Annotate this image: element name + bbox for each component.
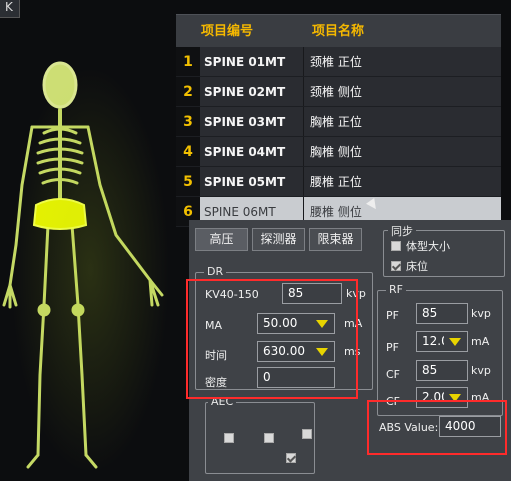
pf-ma-label: PF <box>386 341 399 354</box>
aec-field-right[interactable] <box>302 429 312 439</box>
row-number: 4 <box>176 137 200 166</box>
row-name: 颈椎 正位 <box>304 47 501 76</box>
row-code: SPINE 01MT <box>200 47 304 76</box>
dr-title: DR <box>204 265 227 278</box>
table-row[interactable]: 3 SPINE 03MT 胸椎 正位 <box>176 107 501 137</box>
aec-field-bottom[interactable] <box>286 453 296 463</box>
tab-collimator[interactable]: 限束器 <box>309 228 362 251</box>
abs-value-input[interactable]: 4000 <box>439 416 501 437</box>
density-input[interactable]: 0 <box>257 367 335 388</box>
dr-group: DR KV40-150 85 kvp MA 50.00 mA 时间 630.00… <box>195 265 373 390</box>
rf-title: RF <box>386 283 406 296</box>
cf-kv-unit: kvp <box>471 364 491 377</box>
pf-kv-label: PF <box>386 309 399 322</box>
ma-value: 50.00 <box>263 316 298 330</box>
table-row[interactable]: 4 SPINE 04MT 胸椎 侧位 <box>176 137 501 167</box>
bed-checkbox[interactable] <box>391 261 401 271</box>
kv-input[interactable]: 85 <box>282 283 342 304</box>
time-select[interactable]: 630.00 <box>257 341 335 362</box>
cf-kv-label: CF <box>386 368 401 381</box>
row-name: 胸椎 侧位 <box>304 137 501 166</box>
aec-field-center[interactable] <box>264 433 274 443</box>
chevron-down-icon[interactable] <box>444 333 466 350</box>
exam-protocol-table: 项目编号 项目名称 1 SPINE 01MT 颈椎 正位 2 SPINE 02M… <box>176 14 501 227</box>
time-value: 630.00 <box>263 344 305 358</box>
kv-label: KV40-150 <box>205 288 259 301</box>
exposure-control-panel: 高压 探测器 限束器 同步 体型大小 床位 DR KV40-150 85 kvp… <box>189 220 511 481</box>
pf-kv-unit: kvp <box>471 307 491 320</box>
table-row[interactable]: 1 SPINE 01MT 颈椎 正位 <box>176 47 501 77</box>
tab-detector[interactable]: 探测器 <box>252 228 305 251</box>
panel-tabs: 高压 探测器 限束器 <box>195 228 366 251</box>
row-code: SPINE 03MT <box>200 107 304 136</box>
chevron-down-icon[interactable] <box>444 389 466 406</box>
cf-ma-unit: mA <box>471 391 490 404</box>
skeleton-figure <box>0 55 178 481</box>
chevron-down-icon[interactable] <box>311 315 333 332</box>
sync-title: 同步 <box>388 223 416 239</box>
cf-kv-input[interactable]: 85 <box>416 360 468 381</box>
pf-ma-unit: mA <box>471 335 490 348</box>
row-number: 2 <box>176 77 200 106</box>
header-code[interactable]: 项目编号 <box>176 15 294 47</box>
ma-label: MA <box>205 319 223 332</box>
cf-ma-label: CF <box>386 395 401 408</box>
cf-ma-select[interactable]: 2.00 <box>416 387 468 408</box>
table-header: 项目编号 项目名称 <box>176 14 501 47</box>
rf-group: RF PF 85 kvp PF 12.00 mA CF 85 kvp CF 2.… <box>377 283 503 416</box>
row-name: 腰椎 正位 <box>304 167 501 196</box>
body-size-checkbox[interactable] <box>391 241 401 251</box>
pf-kv-input[interactable]: 85 <box>416 303 468 324</box>
corner-glyph: K <box>5 0 13 14</box>
ma-unit: mA <box>344 317 363 330</box>
header-name[interactable]: 项目名称 <box>294 15 501 47</box>
row-code: SPINE 02MT <box>200 77 304 106</box>
window-corner: K <box>0 0 20 18</box>
table-row[interactable]: 2 SPINE 02MT 颈椎 侧位 <box>176 77 501 107</box>
row-name: 胸椎 正位 <box>304 107 501 136</box>
time-label: 时间 <box>205 349 227 362</box>
row-number: 5 <box>176 167 200 196</box>
aec-field-left[interactable] <box>224 433 234 443</box>
row-name: 颈椎 侧位 <box>304 77 501 106</box>
aec-group: AEC <box>205 395 315 474</box>
density-label: 密度 <box>205 376 227 389</box>
body-size-label: 体型大小 <box>406 240 450 253</box>
abs-label: ABS Value: <box>379 421 439 434</box>
row-code: SPINE 04MT <box>200 137 304 166</box>
kv-unit: kvp <box>346 287 366 300</box>
tab-high-voltage[interactable]: 高压 <box>195 228 248 251</box>
row-number: 1 <box>176 47 200 76</box>
bed-label: 床位 <box>406 260 428 273</box>
chevron-down-icon[interactable] <box>311 343 333 360</box>
pf-ma-select[interactable]: 12.00 <box>416 331 468 352</box>
sync-group: 同步 体型大小 床位 <box>383 223 505 277</box>
time-unit: ms <box>344 345 361 358</box>
ma-select[interactable]: 50.00 <box>257 313 335 334</box>
figure-glow <box>10 65 170 475</box>
row-code: SPINE 05MT <box>200 167 304 196</box>
row-number: 3 <box>176 107 200 136</box>
aec-title: AEC <box>208 395 237 408</box>
table-row[interactable]: 5 SPINE 05MT 腰椎 正位 <box>176 167 501 197</box>
